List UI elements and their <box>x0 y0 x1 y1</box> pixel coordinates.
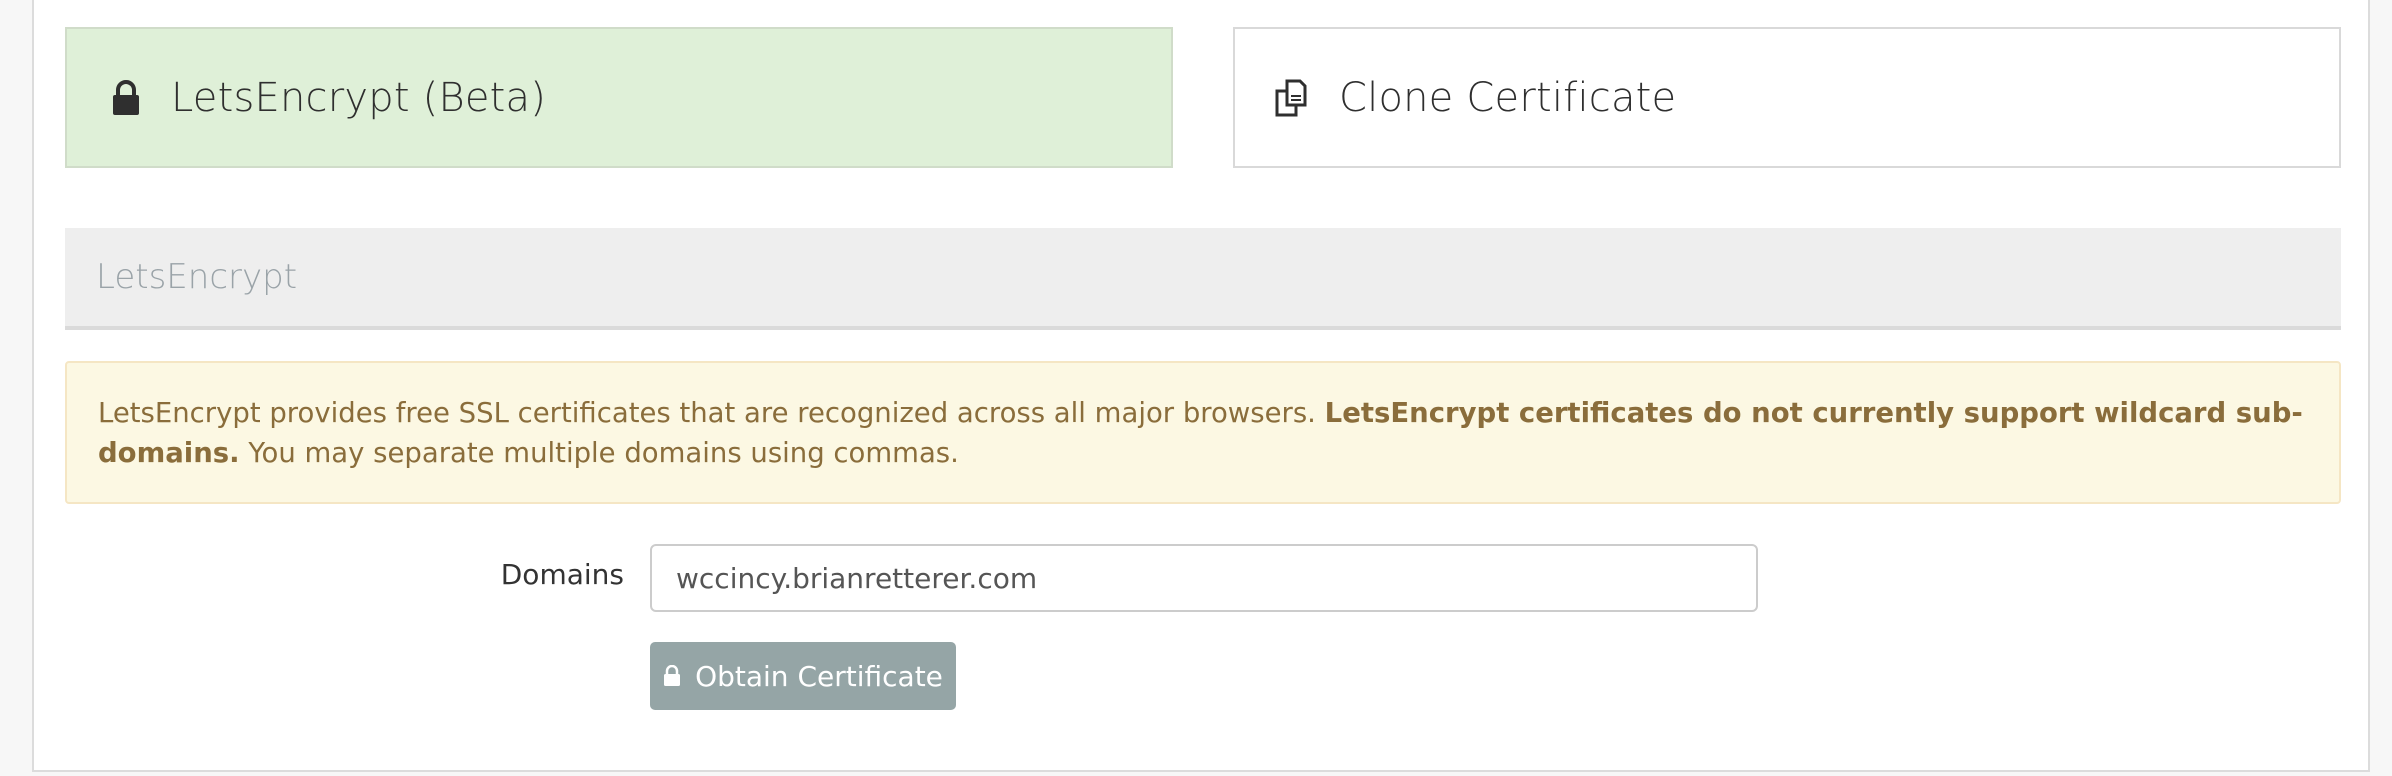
info-alert: LetsEncrypt provides free SSL certificat… <box>65 361 2341 504</box>
letsencrypt-option-label: LetsEncrypt (Beta) <box>171 74 547 121</box>
domains-input[interactable] <box>650 544 1758 612</box>
lock-icon <box>663 665 681 687</box>
page-frame: LetsEncrypt (Beta) Clone Certificate Let… <box>32 0 2370 772</box>
letsencrypt-option-card[interactable]: LetsEncrypt (Beta) <box>65 27 1173 168</box>
obtain-certificate-button[interactable]: Obtain Certificate <box>650 642 956 710</box>
clone-certificate-option-label: Clone Certificate <box>1339 74 1677 121</box>
section-title: LetsEncrypt <box>96 257 298 297</box>
obtain-certificate-label: Obtain Certificate <box>695 659 943 693</box>
alert-text-after: You may separate multiple domains using … <box>239 437 959 469</box>
lock-icon <box>105 76 147 120</box>
domains-label: Domains <box>500 558 624 591</box>
clone-certificate-option-card[interactable]: Clone Certificate <box>1233 27 2341 168</box>
alert-text: LetsEncrypt provides free SSL certificat… <box>98 397 1325 429</box>
copy-icon <box>1273 76 1315 120</box>
section-header: LetsEncrypt <box>65 228 2341 330</box>
